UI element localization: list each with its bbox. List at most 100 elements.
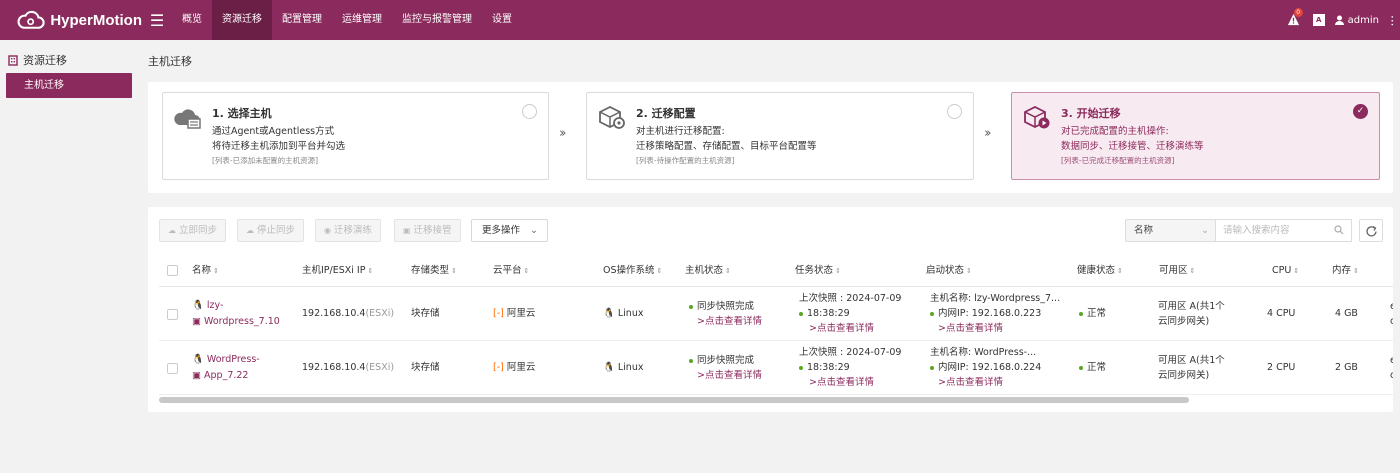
col-health[interactable]: 健康状态 ⇕ xyxy=(1077,255,1123,287)
user-menu[interactable]: admin xyxy=(1334,15,1379,26)
host-status-detail-link[interactable]: >点击查看详情 xyxy=(697,314,762,329)
health-status: 正常 xyxy=(1079,360,1106,375)
horizontal-scrollbar[interactable] xyxy=(159,397,1189,403)
table-row[interactable]: 🐧 lzy- ▣ Wordpress_7.10 192.168.10.4(ESX… xyxy=(159,287,1393,341)
migration-takeover-button[interactable]: ▣ 迁移接管 xyxy=(394,219,461,242)
table-row[interactable]: 🐧 WordPress- ▣ App_7.22 192.168.10.4(ESX… xyxy=(159,341,1393,395)
col-name[interactable]: 名称 ⇕ xyxy=(192,255,219,287)
nav-ops-management[interactable]: 运维管理 xyxy=(332,0,392,40)
more-vertical-icon[interactable]: ··· xyxy=(1385,15,1399,26)
refresh-icon xyxy=(1366,225,1377,237)
table-header: 名称 ⇕ 主机IP/ESXi IP ⇕ 存储类型 ⇕ 云平台 ⇕ OS操作系统 ⇕ 主机状… xyxy=(159,255,1393,287)
status-dot xyxy=(1079,311,1083,316)
eye-icon: ◉ xyxy=(324,226,331,235)
status-dot xyxy=(689,358,693,363)
migration-drill-button[interactable]: ◉ 迁移演练 xyxy=(315,219,381,242)
refresh-button[interactable] xyxy=(1359,219,1383,242)
col-boot-status[interactable]: 启动状态 ⇕ xyxy=(926,255,972,287)
task-status-time: 18:38:29 xyxy=(799,306,850,321)
step-title: 1. 选择主机 xyxy=(212,107,272,120)
sidebar-section[interactable]: 资源迁移 xyxy=(0,40,138,68)
nav-resource-migration[interactable]: 资源迁移 xyxy=(212,0,272,40)
nav-config-management[interactable]: 配置管理 xyxy=(272,0,332,40)
linux-icon: 🐧 xyxy=(192,354,204,365)
col-ip[interactable]: 主机IP/ESXi IP ⇕ xyxy=(302,255,373,287)
task-detail-link[interactable]: >点击查看详情 xyxy=(809,321,874,336)
step-title: 3. 开始迁移 xyxy=(1061,107,1121,120)
sync-now-button[interactable]: ☁ 立即同步 xyxy=(159,219,227,242)
col-cloud[interactable]: 云平台 ⇕ xyxy=(493,255,529,287)
step-radio[interactable] xyxy=(947,104,962,119)
sort-icon: ⇕ xyxy=(1117,267,1123,275)
col-memory[interactable]: 内存 ⇕ xyxy=(1332,255,1359,287)
row-checkbox[interactable] xyxy=(167,309,178,320)
col-cpu[interactable]: CPU ⇕ xyxy=(1272,255,1299,287)
alert-button[interactable]: 0 xyxy=(1287,8,1303,27)
language-icon[interactable]: A xyxy=(1312,14,1325,26)
vm-icon: ▣ xyxy=(192,316,201,327)
zone: 可用区 A(共1个 xyxy=(1158,355,1225,366)
zone-line2: 云同步网关) xyxy=(1158,316,1210,327)
boot-detail-link[interactable]: >点击查看详情 xyxy=(938,321,1003,336)
task-status: 上次快照 : 2024-07-09 xyxy=(799,293,902,304)
stop-sync-button[interactable]: ☁ 停止同步 xyxy=(237,219,305,242)
main-nav: 概览 资源迁移 配置管理 运维管理 监控与报警管理 设置 xyxy=(172,0,522,40)
boot-host-name: 主机名称: WordPress-... xyxy=(930,347,1037,358)
row-checkbox[interactable] xyxy=(167,363,178,374)
sidebar: 资源迁移 主机迁移 xyxy=(0,40,138,473)
chevron-down-icon: ⌄ xyxy=(530,225,538,236)
boot-host-name: 主机名称: lzy-Wordpress_7... xyxy=(930,293,1061,304)
step-desc: 对主机进行迁移配置: xyxy=(636,126,725,137)
host-name-line2[interactable]: ▣ Wordpress_7.10 xyxy=(192,314,280,329)
host-status: 同步快照完成 xyxy=(689,353,754,368)
nav-monitoring-alerts[interactable]: 监控与报警管理 xyxy=(392,0,482,40)
chevron-double-right-icon: ›› xyxy=(984,126,992,141)
cpu: 2 CPU xyxy=(1267,362,1296,373)
check-icon[interactable]: ✓ xyxy=(1353,104,1368,119)
logo[interactable]: HyperMotion xyxy=(0,8,142,32)
sort-icon: ⇕ xyxy=(725,267,731,275)
select-all-checkbox[interactable] xyxy=(167,265,178,276)
page-title: 主机迁移 xyxy=(148,55,192,68)
step-desc: 迁移策略配置、存储配置、目标平台配置等 xyxy=(636,141,817,152)
cpu: 4 CPU xyxy=(1267,308,1296,319)
host-ip: 192.168.10.4(ESXi) xyxy=(302,308,395,319)
step-start-migration[interactable]: 3. 开始迁移 对已完成配置的主机操作: 数据同步、迁移接管、迁移演练等 [列表… xyxy=(1011,92,1380,180)
step-desc: 数据同步、迁移接管、迁移演练等 xyxy=(1061,141,1204,152)
hamburger-menu-icon[interactable]: ☰ xyxy=(142,11,172,30)
step-migration-config[interactable]: 2. 迁移配置 对主机进行迁移配置: 迁移策略配置、存储配置、目标平台配置等 [… xyxy=(586,92,974,180)
aliyun-icon: [-] xyxy=(493,362,504,373)
search-field-select[interactable]: 名称 ⌄ xyxy=(1125,219,1215,242)
task-detail-link[interactable]: >点击查看详情 xyxy=(809,375,874,390)
step-radio[interactable] xyxy=(522,104,537,119)
host-name[interactable]: 🐧 lzy- xyxy=(192,298,223,313)
step-note: [列表-已添加未配置的主机资源] xyxy=(212,156,319,165)
col-storage[interactable]: 存储类型 ⇕ xyxy=(411,255,457,287)
col-zone[interactable]: 可用区 ⇕ xyxy=(1159,255,1195,287)
host-name-line2[interactable]: ▣ App_7.22 xyxy=(192,368,248,383)
truncated-cell: e xyxy=(1390,355,1393,366)
status-dot xyxy=(799,365,803,370)
sidebar-item-host-migration[interactable]: 主机迁移 xyxy=(6,73,132,98)
sort-icon: ⇕ xyxy=(523,267,530,275)
col-os[interactable]: OS操作系统 ⇕ xyxy=(603,255,662,287)
status-dot xyxy=(1079,365,1083,370)
col-host-status[interactable]: 主机状态 ⇕ xyxy=(685,255,731,287)
nav-settings[interactable]: 设置 xyxy=(482,0,522,40)
boot-detail-link[interactable]: >点击查看详情 xyxy=(938,375,1003,390)
nav-overview[interactable]: 概览 xyxy=(172,0,212,40)
cloud-host-icon xyxy=(174,109,201,129)
top-right-tools: 0 A admin ··· xyxy=(1287,0,1400,40)
step-desc: 通过Agent或Agentless方式 xyxy=(212,126,335,137)
search-input[interactable]: 请输入搜索内容 xyxy=(1215,219,1352,242)
sort-icon: ⇕ xyxy=(966,267,972,275)
col-task-status[interactable]: 任务状态 ⇕ xyxy=(795,255,841,287)
building-icon xyxy=(8,54,18,66)
step-select-host[interactable]: 1. 选择主机 通过Agent或Agentless方式 将待迁移主机添加到平台并… xyxy=(162,92,549,180)
host-name[interactable]: 🐧 WordPress- xyxy=(192,352,260,367)
more-actions-dropdown[interactable]: 更多操作 ⌄ xyxy=(471,219,548,242)
memory: 2 GB xyxy=(1335,362,1358,373)
status-dot xyxy=(799,311,803,316)
box-play-icon xyxy=(1024,105,1050,129)
host-status-detail-link[interactable]: >点击查看详情 xyxy=(697,368,762,383)
